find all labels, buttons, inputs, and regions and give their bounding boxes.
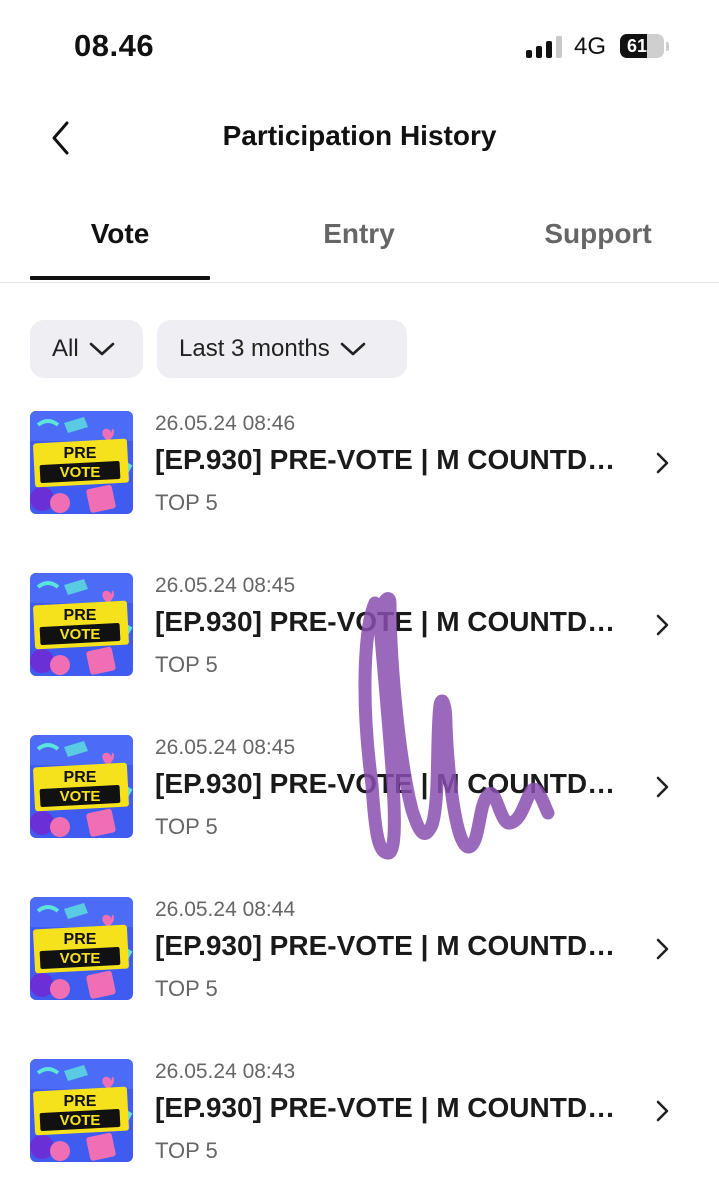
chevron-down-icon [89,342,114,356]
event-thumbnail: PRE VOTE [30,735,133,838]
page-title: Participation History [222,120,497,151]
event-thumbnail: PRE VOTE [30,897,133,1000]
item-title: [EP.930] PRE-VOTE | M COUNTDOWN [155,606,625,637]
item-title: [EP.930] PRE-VOTE | M COUNTDOWN [155,1092,625,1123]
item-date: 26.05.24 08:44 [155,898,296,921]
thumbnail-line2: VOTE [60,950,101,967]
network-type: 4G [574,33,607,60]
status-bar: 08.46 4G 61 [0,0,719,92]
chevron-right-icon [656,614,669,636]
thumbnail-line1: PRE [64,445,97,462]
thumbnail-line1: PRE [64,931,97,948]
period-filter-dropdown[interactable]: Last 3 months [157,320,407,378]
thumbnail-line2: VOTE [60,1112,101,1129]
tab-vote[interactable]: Vote [30,218,210,250]
app-header: Participation History [0,100,719,176]
cellular-signal-icon [526,36,562,58]
item-title: [EP.930] PRE-VOTE | M COUNTDOWN [155,930,625,961]
thumbnail-line1: PRE [64,769,97,786]
tab-support[interactable]: Support [508,218,688,250]
item-date: 26.05.24 08:43 [155,1060,296,1083]
item-date: 26.05.24 08:45 [155,574,296,597]
battery-cap [666,42,669,51]
item-date: 26.05.24 08:45 [155,736,296,759]
item-rank: TOP 5 [155,976,218,1001]
list-item[interactable]: PRE VOTE 26.05.24 08:45 [EP.930] PRE-VOTE |… [0,562,719,692]
item-title: [EP.930] PRE-VOTE | M COUNTDOWN [155,444,625,475]
active-tab-indicator [30,276,210,280]
item-rank: TOP 5 [155,814,218,839]
tab-bar: Vote Entry Support [0,200,719,283]
event-thumbnail: PRE VOTE [30,573,133,676]
item-rank: TOP 5 [155,1138,218,1163]
thumbnail-line1: PRE [64,607,97,624]
list-item[interactable]: PRE VOTE 26.05.24 08:44 [EP.930] PRE-VOTE |… [0,886,719,1016]
item-title: [EP.930] PRE-VOTE | M COUNTDOWN [155,768,625,799]
chevron-right-icon [656,776,669,798]
list-item[interactable]: PRE VOTE 26.05.24 08:43 [EP.930] PRE-VOTE |… [0,1048,719,1178]
category-filter-label: All [52,335,79,362]
chevron-right-icon [656,938,669,960]
battery-level: 61 [626,36,648,56]
thumbnail-line2: VOTE [60,464,101,481]
status-time: 08.46 [74,28,155,63]
thumbnail-line2: VOTE [60,626,101,643]
battery-icon: 61 [620,34,664,58]
thumbnail-line2: VOTE [60,788,101,805]
list-item[interactable]: PRE VOTE 26.05.24 08:46 [EP.930] PRE-VOTE |… [0,400,719,530]
item-date: 26.05.24 08:46 [155,412,296,435]
list-item[interactable]: PRE VOTE 26.05.24 08:45 [EP.930] PRE-VOTE |… [0,724,719,854]
tab-entry[interactable]: Entry [269,218,449,250]
period-filter-label: Last 3 months [179,335,330,362]
chevron-down-icon [340,342,366,356]
event-thumbnail: PRE VOTE [30,1059,133,1162]
event-thumbnail: PRE VOTE [30,411,133,514]
item-rank: TOP 5 [155,490,218,515]
chevron-right-icon [656,452,669,474]
item-rank: TOP 5 [155,652,218,677]
thumbnail-line1: PRE [64,1093,97,1110]
chevron-right-icon [656,1100,669,1122]
category-filter-dropdown[interactable]: All [30,320,143,378]
